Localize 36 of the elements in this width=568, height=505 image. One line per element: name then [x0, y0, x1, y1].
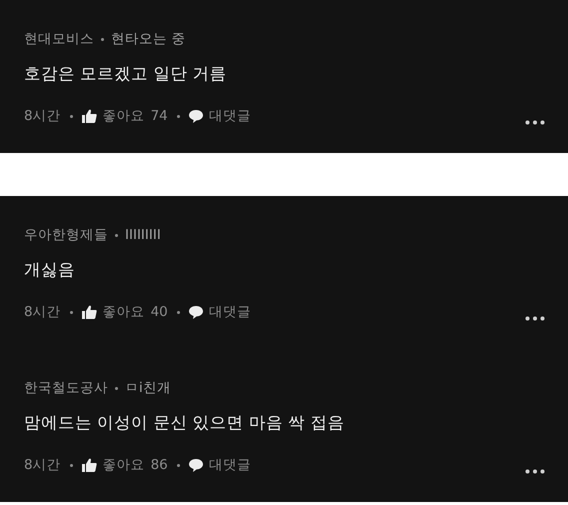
separator-dot [176, 310, 180, 314]
separator-dot [176, 464, 180, 466]
timestamp: 8시간 [24, 107, 61, 125]
nickname: 현타오는 중 [111, 30, 186, 48]
thumbs-up-icon [82, 458, 97, 472]
comment-text: 맘에드는 이성이 문신 있으면 마음 싹 접음 [24, 412, 346, 434]
like-button[interactable]: 좋아요 74 [82, 107, 168, 125]
more-options-icon[interactable] [525, 120, 545, 125]
reply-button[interactable]: 대댓글 [188, 107, 251, 125]
comment-text: 호감은 모르겠고 일단 거름 [24, 63, 228, 85]
speech-bubble-icon [188, 306, 203, 318]
thumbs-up-icon [82, 305, 97, 319]
separator-dot [101, 38, 104, 40]
like-button[interactable]: 좋아요 40 [82, 303, 168, 321]
reply-button[interactable]: 대댓글 [188, 456, 251, 474]
nickname: IIIIIIIII [125, 227, 161, 243]
separator-dot [70, 114, 73, 118]
nickname: ㅁi친개 [125, 379, 171, 397]
separator-dot [70, 464, 73, 466]
speech-bubble-icon [188, 458, 203, 472]
comment-text: 개싫음 [24, 259, 76, 281]
company-name: 우아한형제들 [24, 226, 108, 244]
separator-dot [115, 386, 118, 390]
company-name: 현대모비스 [24, 30, 94, 48]
speech-bubble-icon [188, 110, 203, 122]
like-button[interactable]: 좋아요 86 [82, 456, 168, 474]
reply-button[interactable]: 대댓글 [188, 303, 251, 321]
separator-dot [176, 114, 180, 118]
more-options-icon[interactable] [525, 469, 545, 474]
company-name: 한국철도공사 [24, 379, 108, 397]
separator-dot [115, 234, 118, 236]
timestamp: 8시간 [24, 456, 61, 474]
more-options-icon[interactable] [525, 316, 545, 321]
separator-dot [70, 310, 73, 314]
thumbs-up-icon [82, 109, 97, 123]
timestamp: 8시간 [24, 303, 61, 321]
